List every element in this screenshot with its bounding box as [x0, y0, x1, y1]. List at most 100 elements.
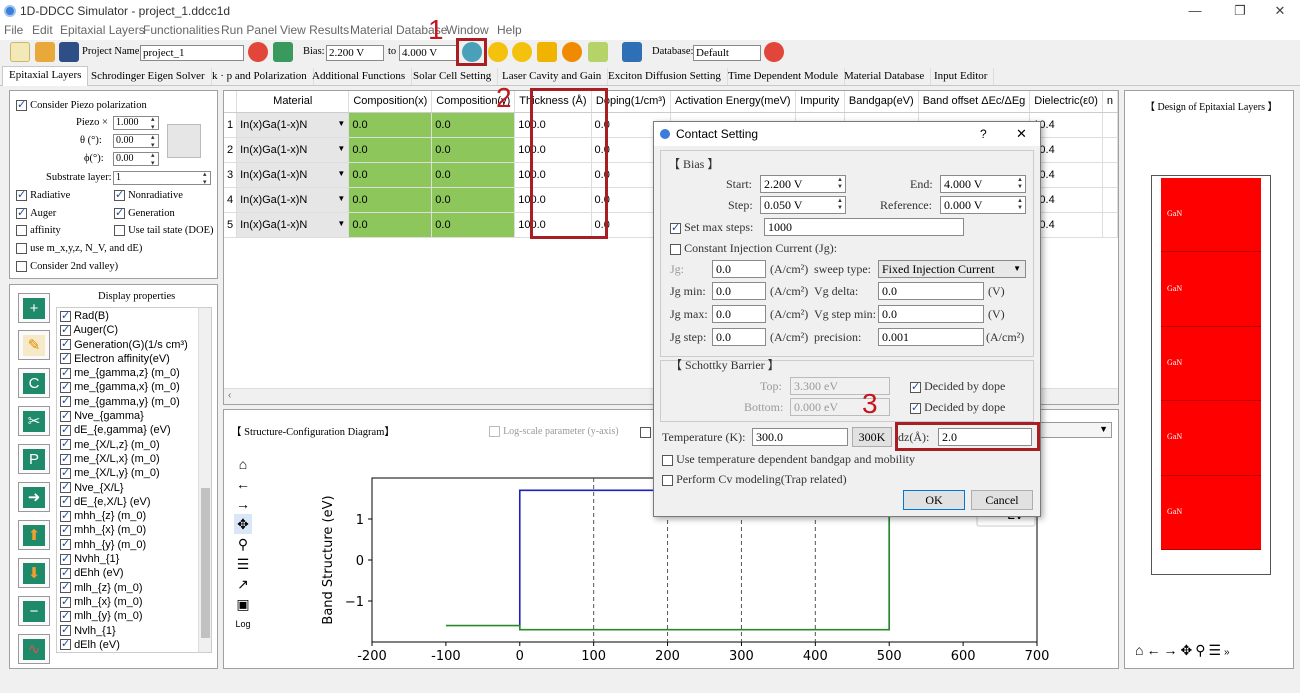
- display-item-checkbox[interactable]: [60, 452, 71, 466]
- composition-y-cell[interactable]: 0.0: [431, 137, 516, 163]
- nonradiative-row[interactable]: Nonradiative: [114, 188, 183, 201]
- display-list-item[interactable]: me_{X/L,x} (m_0): [60, 452, 198, 466]
- display-item-checkbox[interactable]: [60, 380, 71, 394]
- display-list-item[interactable]: dE_{e,gamma} (eV): [60, 423, 198, 437]
- bottom-decided-checkbox[interactable]: [910, 401, 921, 414]
- temp-dependent-row[interactable]: Use temperature dependent bandgap and mo…: [662, 452, 915, 467]
- display-item-checkbox[interactable]: [60, 437, 71, 451]
- tab-time-dependent[interactable]: Time Dependent Module: [722, 68, 846, 85]
- menu-window[interactable]: Window: [446, 23, 489, 37]
- piezo-spin[interactable]: 1.000: [113, 115, 159, 131]
- add-layer-icon[interactable]: [588, 42, 608, 62]
- display-list-scrollbar[interactable]: [198, 308, 211, 652]
- material-cell[interactable]: In(x)Ga(1-x)N ▼: [236, 112, 350, 138]
- menu-file[interactable]: File: [4, 23, 23, 37]
- piezo-check-row[interactable]: Consider Piezo polarization: [16, 98, 147, 111]
- max-steps-input[interactable]: 1000: [764, 218, 964, 236]
- substrate-spin[interactable]: 1: [113, 170, 211, 186]
- display-list-item[interactable]: Electron affinity(eV): [60, 351, 198, 366]
- phi-spin[interactable]: 0.00: [113, 151, 159, 167]
- display-list-item[interactable]: dElh (eV): [60, 637, 198, 652]
- epitaxial-layer-block[interactable]: GaN: [1161, 401, 1261, 476]
- open-folder-icon[interactable]: [35, 42, 55, 62]
- auger-checkbox[interactable]: [16, 206, 27, 219]
- help-icon[interactable]: ?: [980, 127, 987, 141]
- constant-injection-checkbox[interactable]: [670, 243, 681, 255]
- refresh-icon[interactable]: [248, 42, 268, 62]
- tab-additional-functions[interactable]: Additional Functions: [306, 68, 413, 85]
- display-item-checkbox[interactable]: [60, 423, 71, 437]
- configure-icon[interactable]: ☰: [234, 554, 252, 574]
- display-item-checkbox[interactable]: [60, 323, 71, 337]
- jg-step-input[interactable]: 0.0: [712, 328, 766, 346]
- display-item-checkbox[interactable]: [60, 552, 71, 566]
- use-m-checkbox[interactable]: [16, 242, 27, 254]
- vg-delta-input[interactable]: 0.0: [878, 282, 984, 300]
- tab-exciton-diffusion[interactable]: Exciton Diffusion Setting: [602, 68, 728, 85]
- display-list-item[interactable]: Nve_{X/L}: [60, 480, 198, 495]
- display-item-checkbox[interactable]: [60, 637, 71, 651]
- tab-kp-polarization[interactable]: k · p and Polarization: [206, 68, 314, 85]
- display-item-checkbox[interactable]: [60, 394, 71, 408]
- tab-input-editor[interactable]: Input Editor: [928, 68, 995, 85]
- bandgap-header[interactable]: Bandgap(eV): [844, 91, 919, 113]
- 300k-button[interactable]: 300K: [852, 427, 892, 447]
- tab-material-database[interactable]: Material Database: [838, 68, 932, 85]
- project-name-input[interactable]: project_1: [140, 45, 244, 61]
- run-icon[interactable]: [488, 42, 508, 62]
- menu-help[interactable]: Help: [497, 23, 522, 37]
- display-list-item[interactable]: mlh_{x} (m_0): [60, 595, 198, 609]
- plot-property-button[interactable]: ∿: [18, 634, 50, 664]
- top-decided-row[interactable]: Decided by dope: [910, 379, 1005, 394]
- p-property-button[interactable]: P: [18, 444, 50, 474]
- display-item-checkbox[interactable]: [60, 466, 71, 480]
- n-cell[interactable]: [1102, 187, 1118, 213]
- max-steps-checkbox[interactable]: [670, 221, 681, 234]
- generation-row[interactable]: Generation: [114, 206, 175, 219]
- sweep-type-select[interactable]: Fixed Injection Current ▼: [878, 260, 1026, 278]
- edit-property-button[interactable]: ✎: [18, 330, 50, 360]
- vg-step-min-input[interactable]: 0.0: [878, 305, 984, 323]
- n-cell[interactable]: [1102, 137, 1118, 163]
- display-item-checkbox[interactable]: [60, 366, 71, 380]
- tail-state-row[interactable]: Use tail state (DOE): [114, 224, 214, 236]
- display-item-checkbox[interactable]: [60, 566, 71, 580]
- menu-functionalities[interactable]: Functionalities: [143, 23, 220, 37]
- use-m-row[interactable]: use m_x,y,z, N_V, and dE): [16, 242, 142, 254]
- menu-edit[interactable]: Edit: [32, 23, 53, 37]
- display-list-item[interactable]: me_{gamma,x} (m_0): [60, 380, 198, 394]
- composition-y-cell[interactable]: 0.0: [431, 162, 516, 188]
- display-item-checkbox[interactable]: [60, 609, 71, 623]
- dielectric-header[interactable]: Dielectric(ε0): [1029, 91, 1103, 113]
- structure-option-checkbox[interactable]: [640, 426, 651, 438]
- display-item-checkbox[interactable]: [60, 494, 71, 508]
- design-more-icon[interactable]: »: [1224, 647, 1233, 658]
- design-back-icon[interactable]: ←: [1146, 642, 1163, 658]
- radiative-row[interactable]: Radiative: [16, 188, 70, 201]
- display-list-item[interactable]: mhh_{y} (m_0): [60, 537, 198, 552]
- generation-checkbox[interactable]: [114, 206, 125, 219]
- cancel-button[interactable]: Cancel: [971, 490, 1033, 510]
- display-list-item[interactable]: dEhh (eV): [60, 566, 198, 580]
- scrollbar-thumb[interactable]: [201, 488, 210, 638]
- new-file-icon[interactable]: [10, 42, 30, 62]
- display-item-checkbox[interactable]: [60, 309, 71, 323]
- composition-y-cell[interactable]: 0.0: [431, 112, 516, 138]
- scroll-left-icon[interactable]: ‹: [228, 390, 231, 401]
- design-home-icon[interactable]: ⌂: [1135, 642, 1146, 658]
- affinity-checkbox[interactable]: [16, 224, 27, 236]
- bias-end-field[interactable]: 4.000 V: [399, 45, 457, 61]
- display-item-checkbox[interactable]: [60, 337, 71, 351]
- material-cell[interactable]: In(x)Ga(1-x)N ▼: [236, 187, 350, 213]
- display-list-item[interactable]: me_{gamma,z} (m_0): [60, 366, 198, 380]
- affinity-row[interactable]: affinity: [16, 224, 61, 236]
- epitaxial-layer-block[interactable]: GaN: [1161, 252, 1261, 327]
- add-property-button[interactable]: +: [18, 293, 50, 323]
- design-forward-icon[interactable]: →: [1163, 642, 1180, 658]
- fast-forward-icon[interactable]: [512, 42, 532, 62]
- jg-min-input[interactable]: 0.0: [712, 282, 766, 300]
- save-icon[interactable]: [59, 42, 79, 62]
- n-cell[interactable]: [1102, 112, 1118, 138]
- composition-x-cell[interactable]: 0.0: [348, 187, 433, 213]
- display-list-item[interactable]: mlh_{z} (m_0): [60, 580, 198, 595]
